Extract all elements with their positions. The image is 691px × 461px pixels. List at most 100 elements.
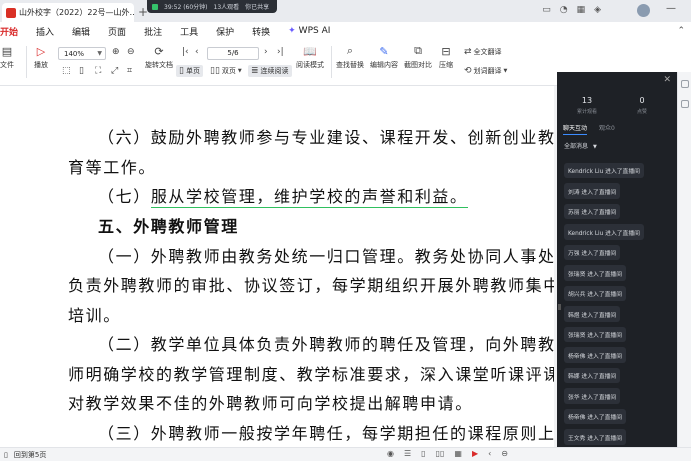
- document-viewport[interactable]: （六）鼓励外聘教师参与专业建设、课程开发、创新创业教 育等工作。 （七）服从学校…: [0, 86, 557, 447]
- cube-icon[interactable]: ◈: [594, 5, 601, 15]
- word-translate-icon: ⟲: [464, 66, 472, 76]
- list-item: 刘涛 进入了直播间: [564, 183, 621, 199]
- list-view-icon[interactable]: ☰: [404, 449, 411, 458]
- menu-convert[interactable]: 转换: [252, 25, 270, 38]
- tab-chat[interactable]: 聊天互动: [563, 123, 588, 135]
- chevron-left-icon: ‹: [195, 47, 199, 57]
- zoom-out-button[interactable]: ⊖: [127, 47, 135, 57]
- fit-page-button[interactable]: ▯: [79, 66, 84, 76]
- list-item: 胡兴兵 进入了直播间: [564, 285, 627, 302]
- play-label: 播放: [34, 61, 48, 69]
- fit-width-button[interactable]: ⬚: [62, 66, 71, 76]
- paragraph-2-cont: 师明确学校的教学管理制度、教学标准要求，深入课堂听课评课，: [68, 365, 557, 384]
- continuous-reading-button[interactable]: ≣ 连续阅读: [248, 65, 292, 77]
- menu-bar: 开始 插入 编辑 页面 批注 工具 保护 转换 ✦ WPS AI ⌃: [0, 22, 691, 40]
- user-avatar[interactable]: [637, 4, 650, 17]
- list-item: 张瑞贤 进入了直播间: [564, 265, 627, 281]
- double-page-button[interactable]: ▯▯ 双页 ▼: [210, 66, 242, 76]
- full-screen-button[interactable]: ⤢: [111, 66, 118, 76]
- double-page-label: 双页: [221, 67, 236, 75]
- app-window: 山外校字（2022）22号—山外… ✕ + 39:52 (60分钟) 13人观看…: [0, 0, 691, 461]
- actual-size-icon: ⛶: [95, 66, 102, 76]
- page-number-input[interactable]: 5/6: [207, 47, 259, 60]
- prev-page-button[interactable]: ‹: [195, 47, 199, 57]
- grid-view-icon[interactable]: ▦: [454, 449, 462, 458]
- compress-icon: ⊟: [441, 44, 451, 58]
- double-page-view-icon[interactable]: ▯▯: [436, 449, 445, 458]
- document-tab[interactable]: 山外校字（2022）22号—山外… ✕: [2, 3, 134, 22]
- prev-page-icon[interactable]: ‹: [488, 449, 491, 458]
- play-button[interactable]: ▷ 播放: [34, 44, 48, 70]
- play-icon: ▷: [36, 44, 46, 58]
- zoom-value: 140%: [64, 49, 85, 58]
- stat-likes-value: 0: [639, 96, 645, 105]
- rotate-document-button[interactable]: ⟳ 旋转文档: [145, 44, 173, 70]
- menu-wps-ai[interactable]: ✦ WPS AI: [288, 26, 330, 36]
- minimize-icon[interactable]: —: [666, 3, 676, 14]
- settings-icon[interactable]: [681, 100, 689, 108]
- list-item: 万强 进入了直播间: [564, 244, 621, 261]
- stat-views-label: 累计观看: [576, 109, 597, 115]
- skin-icon[interactable]: ◔: [560, 5, 568, 15]
- document-tab-title: 山外校字（2022）22号—山外…: [19, 8, 134, 17]
- eye-icon[interactable]: ◉: [387, 449, 394, 458]
- double-page-icon: ▯▯: [210, 66, 220, 76]
- screenshot-icon: ⧉: [414, 44, 422, 57]
- separator: [26, 46, 27, 78]
- pdf-file-icon: [6, 7, 16, 18]
- single-page-button[interactable]: ▯ 单页: [176, 65, 203, 77]
- layout-icon[interactable]: ▦: [577, 5, 586, 15]
- crop-button[interactable]: ⌗: [127, 66, 132, 76]
- sidebar-toggle-icon[interactable]: ▯: [4, 451, 8, 459]
- reading-mode-button[interactable]: 📖 阅读模式: [296, 44, 324, 70]
- menu-tools[interactable]: 工具: [180, 25, 198, 38]
- status-right: ◉ ☰ ▯ ▯▯ ▦ ▶ ‹ ⊖: [387, 449, 508, 458]
- screen-icon[interactable]: ▭: [542, 5, 551, 15]
- page-jump-link[interactable]: 回到第5页: [14, 450, 46, 460]
- rotate-label: 旋转文档: [145, 61, 173, 69]
- message-filter[interactable]: 全部消息 ▼: [564, 141, 597, 150]
- panel-tabs: 聊天互动 观众0: [563, 123, 615, 135]
- list-item: 苏丽 进入了直播间: [564, 203, 621, 220]
- panel-resize-handle[interactable]: [558, 304, 561, 310]
- zoom-out-icon[interactable]: ⊖: [501, 449, 508, 458]
- menu-annotate[interactable]: 批注: [144, 25, 162, 38]
- actual-size-button[interactable]: ⛶: [95, 66, 101, 76]
- single-page-view-icon[interactable]: ▯: [421, 449, 425, 458]
- edit-content-button[interactable]: ✎ 编辑内容: [370, 44, 398, 70]
- menu-start[interactable]: 开始: [0, 25, 18, 38]
- compress-button[interactable]: ⊟ 压缩: [439, 44, 453, 70]
- fit-width-icon: ⬚: [62, 66, 71, 76]
- collapse-ribbon-icon[interactable]: ⌃: [677, 26, 685, 36]
- next-page-button[interactable]: ›: [264, 47, 268, 57]
- file-menu-button[interactable]: ▤ 文件: [0, 44, 14, 70]
- meeting-attendees: 13人观看: [213, 4, 240, 11]
- continuous-icon: ≣: [251, 66, 259, 76]
- paragraph-2-end: 对教学效果不佳的外聘教师可向学校提出解聘申请。: [68, 394, 473, 413]
- first-page-button[interactable]: |‹: [182, 47, 189, 57]
- stat-views: 13 累计观看: [557, 96, 617, 115]
- screenshot-compare-button[interactable]: ⧉ 截图对比: [404, 44, 432, 70]
- properties-icon[interactable]: [681, 80, 689, 88]
- list-item: 韩煜 进入了直播间: [564, 306, 621, 322]
- separator: [331, 46, 332, 78]
- menu-protect[interactable]: 保护: [216, 25, 234, 38]
- last-page-button[interactable]: ›|: [277, 47, 284, 57]
- chevron-down-icon: ▼: [97, 50, 102, 57]
- message-filter-label: 全部消息: [564, 143, 589, 150]
- word-translate-button[interactable]: ⟲ 划词翻译 ▼: [464, 66, 507, 76]
- full-translate-button[interactable]: ⇄ 全文翻译: [464, 47, 502, 57]
- play-icon[interactable]: ▶: [472, 449, 478, 458]
- paragraph-7: （七）服从学校管理，维护学校的声誉和利益。: [98, 183, 468, 208]
- tab-audience[interactable]: 观众0: [599, 123, 615, 135]
- close-icon[interactable]: ✕: [663, 75, 671, 85]
- menu-insert[interactable]: 插入: [36, 25, 54, 38]
- meeting-status-bar[interactable]: 39:52 (60分钟) 13人观看 你已共享: [147, 0, 277, 13]
- zoom-select[interactable]: 140% ▼: [58, 47, 106, 60]
- menu-edit[interactable]: 编辑: [72, 25, 90, 38]
- zoom-in-button[interactable]: ⊕: [112, 47, 120, 57]
- find-replace-button[interactable]: ⌕ 查找替换: [336, 44, 364, 70]
- fit-page-icon: ▯: [79, 66, 84, 76]
- live-chat-panel: ✕ 13 累计观看 0 点赞 聊天互动 观众0 全部消息 ▼ Kendrick …: [557, 72, 677, 447]
- menu-page[interactable]: 页面: [108, 25, 126, 38]
